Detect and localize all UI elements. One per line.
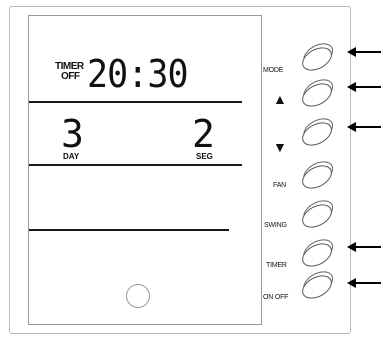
- timer-label: TIMER: [266, 262, 287, 269]
- clock-readout: 20:30: [87, 52, 189, 96]
- off-indicator-label: OFF: [61, 71, 80, 82]
- pointer-arrow-icon: [347, 122, 381, 132]
- day-unit-label: DAY: [63, 152, 80, 161]
- mode-label: MODE: [263, 67, 284, 74]
- down-arrow-icon: ▼: [273, 139, 287, 155]
- lcd-divider-bottom: [29, 229, 229, 231]
- seg-unit-label: SEG: [196, 152, 213, 161]
- pointer-arrow-icon: [347, 82, 381, 92]
- fan-label: FAN: [273, 182, 287, 189]
- lcd-divider-middle: [29, 164, 242, 166]
- lcd-display: TIMER OFF 20:30 3 DAY 2 SEG: [28, 15, 262, 325]
- lcd-divider-top: [29, 101, 242, 103]
- day-value: 3: [61, 112, 84, 156]
- seg-value: 2: [192, 112, 215, 156]
- up-arrow-icon: ▲: [273, 91, 287, 107]
- timer-off-indicator: TIMER OFF: [55, 62, 84, 82]
- swing-label: SWING: [264, 222, 287, 229]
- lcd-round-button[interactable]: [126, 284, 150, 308]
- pointer-arrow-icon: [347, 47, 381, 57]
- pointer-arrow-icon: [347, 278, 381, 288]
- on-off-label: ON OFF: [263, 294, 289, 301]
- pointer-arrow-icon: [347, 242, 381, 252]
